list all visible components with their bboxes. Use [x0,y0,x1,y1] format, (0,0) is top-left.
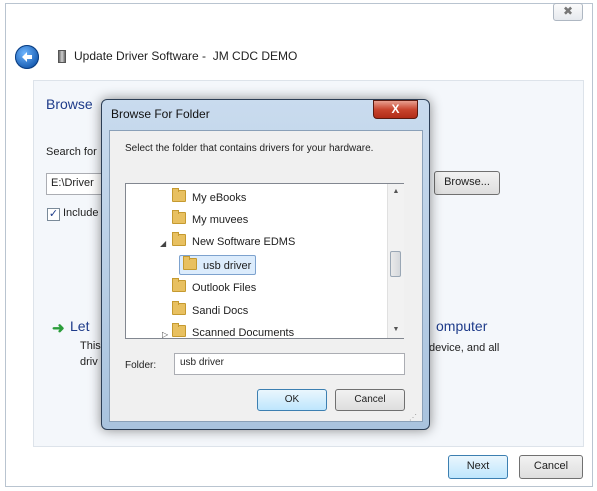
tree-scrollbar[interactable]: ▲ ▼ [387,184,404,338]
tree-item[interactable]: My muvees [172,210,248,230]
tree-item[interactable]: New Software EDMS [172,232,295,252]
green-arrow-icon: ➜ [52,320,65,337]
device-icon [58,50,66,63]
scroll-up-icon[interactable]: ▲ [390,186,402,198]
folder-icon [172,278,186,292]
dialog-cancel-button[interactable]: Cancel [335,389,405,411]
folder-icon [172,210,186,224]
option-description-line1: This [80,340,101,352]
option-title-suffix[interactable]: omputer [436,318,487,334]
tree-item-label: New Software EDMS [192,236,296,248]
cancel-button[interactable]: Cancel [519,455,583,479]
folder-icon [172,232,186,246]
search-label: Search for [46,146,97,158]
tree-item-label: Scanned Documents [192,327,295,339]
ok-button[interactable]: OK [257,389,327,411]
page-heading: Browse [46,96,93,112]
tree-item[interactable]: Sandi Docs [172,301,248,321]
tree-item[interactable]: My eBooks [172,188,246,208]
scroll-thumb[interactable] [390,251,401,277]
tree-item-label: usb driver [203,260,252,272]
tree-item[interactable]: Scanned Documents [172,323,295,339]
include-subfolders-label: Include [63,207,99,219]
folder-input[interactable]: usb driver [174,353,405,375]
folder-label: Folder: [125,360,157,371]
option-description-line2: driv [80,356,98,368]
next-button[interactable]: Next [448,455,508,479]
tree-item-label: Sandi Docs [192,305,249,317]
folder-icon [172,301,186,315]
dialog-title: Browse For Folder [111,107,210,121]
browse-button[interactable]: Browse... [434,171,500,195]
folder-icon [172,323,186,337]
back-arrow-icon[interactable] [15,45,39,69]
tree-item-label: My eBooks [192,192,247,204]
folder-icon [183,256,197,270]
tree-item[interactable]: Outlook Files [172,278,256,298]
include-subfolders-checkbox[interactable]: ✓ [47,208,60,221]
tree-item-selected[interactable]: usb driver [179,255,257,275]
option-description-suffix: device, and all [429,342,500,354]
dialog-instruction: Select the folder that contains drivers … [125,143,374,154]
tree-item-label: My muvees [192,214,249,226]
collapse-arrow-icon[interactable]: ◢ [160,239,166,248]
scroll-down-icon[interactable]: ▼ [390,324,402,336]
folder-icon [172,188,186,202]
tree-item-label: Outlook Files [192,282,257,294]
dialog-close-button[interactable]: X [373,100,418,119]
resize-grip-icon[interactable]: ⋰ [409,413,417,422]
expand-arrow-icon[interactable]: ▷ [162,330,168,338]
window-title: Update Driver Software - JM CDC DEMO [74,49,298,63]
pick-from-list-option[interactable]: Let [70,318,89,334]
folder-tree[interactable]: My eBooks My muvees ◢ New Software EDMS … [125,183,404,339]
window-close-button[interactable]: ✖ [553,3,583,21]
